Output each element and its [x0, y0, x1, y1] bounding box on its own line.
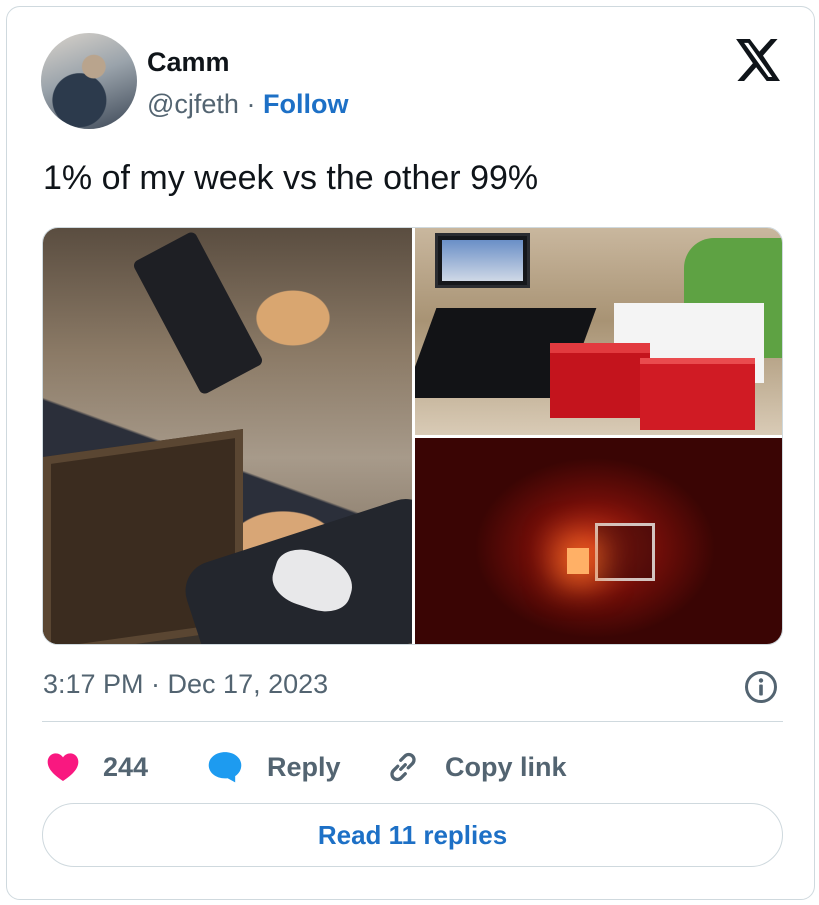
copy-link-button[interactable]: Copy link	[385, 747, 567, 787]
media-grid	[42, 227, 783, 645]
reply-label: Reply	[267, 751, 341, 782]
photo-red-lit-workbench[interactable]	[415, 438, 782, 644]
handle-separator: ·	[246, 89, 256, 119]
author-name[interactable]: Camm	[147, 47, 230, 78]
author-handle-row: @cjfeth · Follow	[147, 89, 348, 120]
tweet-timestamp[interactable]: 3:17 PM · Dec 17, 2023	[43, 669, 328, 700]
avatar[interactable]	[41, 33, 137, 129]
photo-red-boxes-desk[interactable]	[415, 228, 782, 435]
photo-watch-on-wrist[interactable]	[43, 228, 412, 644]
divider	[42, 721, 783, 722]
x-logo-icon[interactable]	[736, 39, 782, 81]
photo-element-panel	[131, 230, 265, 396]
follow-link[interactable]: Follow	[263, 89, 348, 119]
author-handle[interactable]: @cjfeth	[147, 89, 239, 119]
photo-element-lamp	[567, 548, 589, 574]
photo-element-laptop	[435, 233, 530, 288]
copy-link-label: Copy link	[445, 751, 567, 782]
photo-element-case	[595, 523, 655, 581]
read-replies-button[interactable]: Read 11 replies	[42, 803, 783, 867]
heart-icon	[47, 753, 79, 781]
like-count: 244	[103, 751, 149, 782]
link-icon	[390, 752, 416, 782]
reply-button[interactable]: Reply	[207, 747, 341, 787]
photo-element-red-box	[640, 358, 755, 430]
tweet-text: 1% of my week vs the other 99%	[43, 159, 539, 197]
speech-bubble-icon	[208, 752, 242, 783]
info-icon[interactable]	[744, 670, 778, 704]
like-button[interactable]: 244	[47, 747, 148, 787]
tweet-card: Camm @cjfeth · Follow 1% of my week vs t…	[6, 6, 815, 900]
photo-element-red-box	[550, 343, 650, 418]
